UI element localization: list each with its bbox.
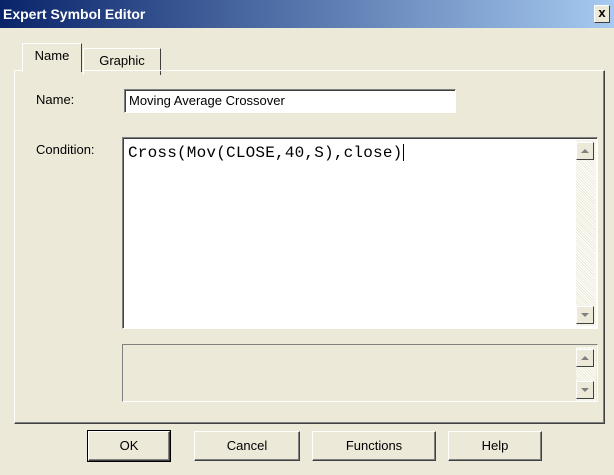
- cancel-button[interactable]: Cancel: [194, 431, 300, 461]
- title-bar[interactable]: Expert Symbol Editor x: [0, 0, 614, 28]
- scroll-up-arrow-icon: [581, 149, 589, 153]
- scroll-up-arrow-icon: [581, 356, 589, 360]
- tab-name[interactable]: Name: [22, 43, 82, 72]
- name-label: Name:: [36, 92, 75, 107]
- condition-label: Condition:: [36, 142, 95, 157]
- output-scrollbar[interactable]: [576, 347, 596, 401]
- output-scroll-down-button[interactable]: [576, 381, 594, 399]
- output-scroll-up-button[interactable]: [576, 349, 594, 367]
- name-input[interactable]: Moving Average Crossover: [124, 89, 456, 113]
- condition-scroll-up-button[interactable]: [576, 142, 594, 160]
- functions-button[interactable]: Functions: [312, 431, 436, 461]
- condition-scroll-down-button[interactable]: [576, 306, 594, 324]
- condition-scrollbar[interactable]: [576, 140, 596, 326]
- window-title: Expert Symbol Editor: [3, 6, 146, 22]
- scroll-down-arrow-icon: [581, 313, 589, 317]
- text-caret: [403, 144, 405, 162]
- close-icon: x: [598, 5, 606, 20]
- condition-value: Cross(Mov(CLOSE,40,S),close): [128, 144, 403, 162]
- condition-textarea[interactable]: Cross(Mov(CLOSE,40,S),close): [122, 137, 598, 329]
- ok-button[interactable]: OK: [87, 430, 171, 462]
- close-button[interactable]: x: [594, 5, 610, 23]
- expert-symbol-editor-dialog: Expert Symbol Editor x Graphic Name Name…: [0, 0, 614, 475]
- help-button[interactable]: Help: [448, 431, 542, 461]
- condition-text: Cross(Mov(CLOSE,40,S),close): [128, 144, 405, 162]
- output-panel: [122, 344, 598, 402]
- scroll-down-arrow-icon: [581, 388, 589, 392]
